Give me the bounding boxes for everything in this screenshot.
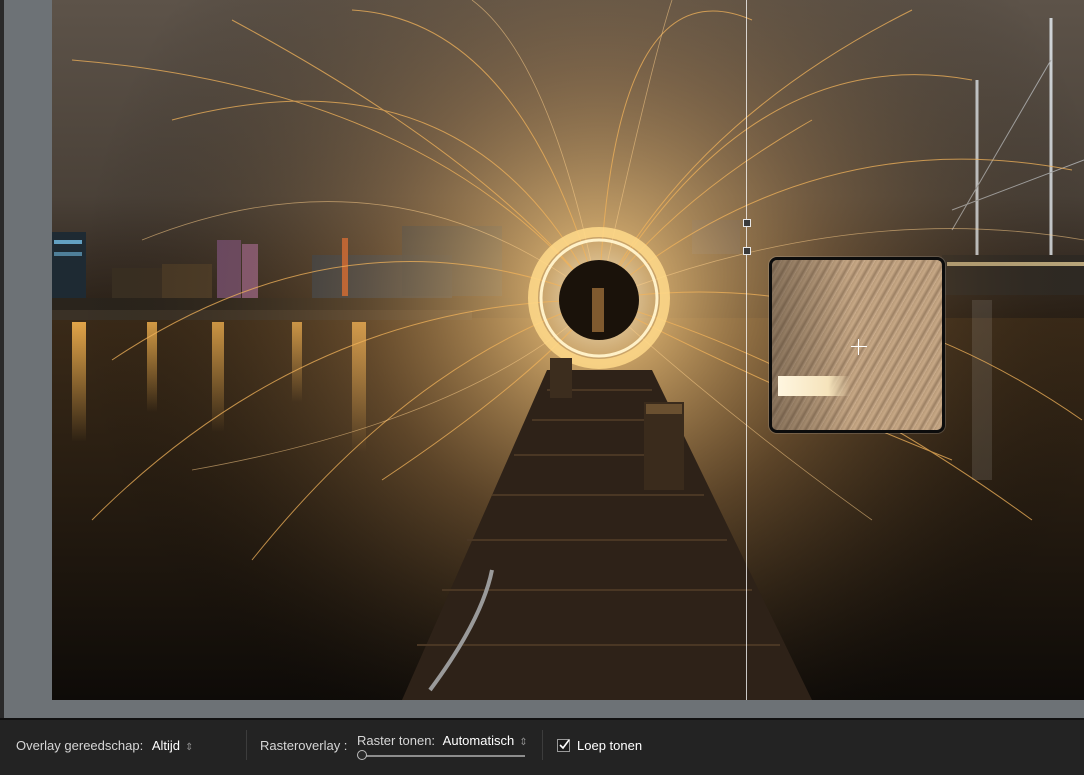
show-loupe-label[interactable]: Loep tonen (577, 738, 642, 753)
grid-slider-thumb[interactable] (357, 750, 367, 760)
loupe-magnifier[interactable] (769, 257, 945, 433)
overlay-tool-control[interactable]: Overlay gereedschap: Altijd ⇕ (16, 738, 193, 753)
show-grid-control[interactable]: Raster tonen: Automatisch ⇕ (357, 733, 528, 748)
loupe-highlight (778, 376, 850, 396)
crosshair-icon (851, 339, 867, 355)
up-down-arrows-icon[interactable]: ⇕ (185, 742, 193, 753)
overlay-tool-label: Overlay gereedschap: (16, 738, 144, 753)
crop-guide-line[interactable] (746, 0, 747, 700)
show-grid-label: Raster tonen: (357, 733, 436, 748)
toolbar-divider (542, 730, 543, 760)
show-grid-value[interactable]: Automatisch (443, 733, 515, 748)
show-loupe-checkbox[interactable] (557, 739, 570, 752)
guide-handle-top[interactable] (743, 219, 751, 227)
guide-handle-bottom[interactable] (743, 247, 751, 255)
panel-edge (0, 0, 4, 718)
overlay-tool-value[interactable]: Altijd (152, 738, 180, 753)
loupe-shade (772, 260, 852, 430)
checkmark-icon (559, 739, 570, 750)
toolbar-divider (246, 730, 247, 760)
grid-opacity-slider[interactable] (359, 755, 525, 757)
grid-overlay-label: Rasteroverlay : (260, 738, 348, 753)
bottom-toolbar: Overlay gereedschap: Altijd ⇕ Rasteroverl… (0, 718, 1084, 775)
up-down-arrows-icon[interactable]: ⇕ (519, 737, 527, 748)
